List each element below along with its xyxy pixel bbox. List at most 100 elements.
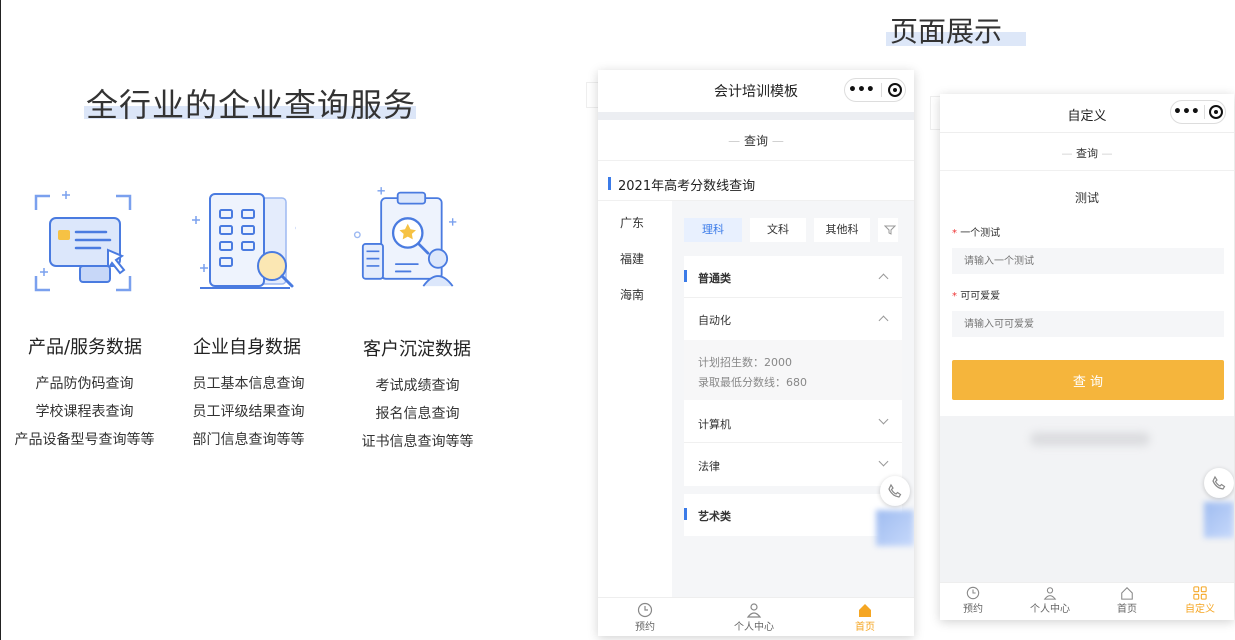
phone2-footer-bg xyxy=(940,416,1234,582)
user-icon xyxy=(1043,587,1057,600)
major-item-law[interactable]: 法律 xyxy=(698,458,720,474)
chevron-down-icon[interactable] xyxy=(878,456,889,467)
phone2-navbar: 自定义 ••• xyxy=(940,94,1234,132)
region-item-hainan[interactable]: 海南 xyxy=(620,286,644,303)
blurred-avatar xyxy=(876,510,914,546)
tab-label: 首页 xyxy=(855,622,875,633)
category-card-regular: 普通类 自动化 计划招生数：2000 录取最低分数线：680 计算机 法律 xyxy=(684,256,902,486)
phone1-navbar: 会计培训模板 ••• xyxy=(598,70,914,112)
tab-label: 个人中心 xyxy=(734,622,774,633)
category-card-art: 艺术类 xyxy=(684,494,902,536)
phone-mockup-2: 自定义 ••• — 查询 — 测试 * 一个测试 * 可可爱爱 查 询 预约 个… xyxy=(940,94,1234,620)
phone2-capsule[interactable]: ••• xyxy=(1170,100,1226,124)
clock-icon xyxy=(637,602,653,618)
phone1-capsule[interactable]: ••• xyxy=(844,78,906,102)
detail-min-score: 录取最低分数线：680 xyxy=(698,376,807,389)
major-item-computer[interactable]: 计算机 xyxy=(698,416,731,432)
phone-icon xyxy=(1212,475,1226,490)
home-icon xyxy=(859,604,871,617)
phone1-gap xyxy=(598,112,914,120)
tab-home[interactable]: 首页 xyxy=(1112,586,1142,615)
user-icon xyxy=(746,603,762,618)
call-button[interactable] xyxy=(880,476,910,506)
divider xyxy=(684,442,902,443)
category-list-customer: 考试成绩查询 报名信息查询 证书信息查询等等 xyxy=(330,372,505,456)
category-item: 考试成绩查询 xyxy=(375,378,460,394)
left-border xyxy=(0,0,1,640)
category-list-product: 产品防伪码查询 学校课程表查询 产品设备型号查询等等 xyxy=(0,370,172,454)
accent-bar xyxy=(608,177,611,190)
chevron-up-icon[interactable] xyxy=(878,315,889,326)
category-item: 员工评级结果查询 xyxy=(192,404,305,420)
grid-icon xyxy=(1193,586,1207,600)
tab-label: 个人中心 xyxy=(1030,604,1070,615)
detail-enrollment: 计划招生数：2000 xyxy=(698,356,792,369)
tab-home[interactable]: 首页 xyxy=(850,602,880,633)
category-item: 产品设备型号查询等等 xyxy=(14,432,155,448)
tab-label: 自定义 xyxy=(1185,604,1215,615)
tab-profile[interactable]: 个人中心 xyxy=(728,602,780,633)
phone-icon xyxy=(888,483,902,498)
accent-bar xyxy=(684,270,687,282)
phone2-section-header: — 查询 — xyxy=(1061,147,1113,160)
building-search-icon xyxy=(192,193,296,289)
capsule-divider xyxy=(1203,105,1205,119)
phone1-query-title: 2021年高考分数线查询 xyxy=(618,179,756,194)
more-icon[interactable]: ••• xyxy=(848,82,875,98)
subject-tab-other[interactable]: 其他科 xyxy=(814,218,870,242)
phone1-tabbar: 预约 个人中心 首页 xyxy=(598,597,914,636)
phone2-tabbar: 预约 个人中心 首页 自定义 xyxy=(940,582,1234,620)
category-item: 产品防伪码查询 xyxy=(35,376,134,392)
category-item: 报名信息查询 xyxy=(375,406,460,422)
divider xyxy=(598,160,914,161)
subject-tab-science[interactable]: 理科 xyxy=(684,218,742,242)
capsule-divider xyxy=(880,83,882,97)
field2-input[interactable] xyxy=(952,311,1224,337)
filter-icon xyxy=(884,225,896,235)
close-target-icon[interactable] xyxy=(1208,105,1223,119)
subject-tab-arts[interactable]: 文科 xyxy=(750,218,806,242)
hero-title: 全行业的企业查询服务 xyxy=(86,86,417,124)
more-icon[interactable]: ••• xyxy=(1173,104,1200,120)
tab-label: 首页 xyxy=(1117,604,1137,615)
home-icon xyxy=(1121,587,1133,600)
divider xyxy=(940,170,1234,171)
category-item: 部门信息查询等等 xyxy=(192,432,305,448)
id-card-icon xyxy=(34,191,132,292)
group-title-art[interactable]: 艺术类 xyxy=(698,508,731,524)
tab-profile[interactable]: 个人中心 xyxy=(1024,586,1076,615)
required-mark: * xyxy=(952,228,961,239)
clipboard-search-icon xyxy=(353,187,457,287)
category-title-customer: 客户沉淀数据 xyxy=(363,339,471,360)
field2-label: * 可可爱爱 xyxy=(952,287,1000,302)
call-button[interactable] xyxy=(1204,468,1234,498)
category-item: 学校课程表查询 xyxy=(35,404,134,420)
phone1-section-label: 查询 xyxy=(743,134,768,148)
form-title: 测试 xyxy=(1074,191,1099,205)
tab-label: 预约 xyxy=(635,622,655,633)
category-item: 员工基本信息查询 xyxy=(192,376,305,392)
close-target-icon[interactable] xyxy=(887,83,902,97)
blurred-footer-text xyxy=(1030,432,1150,446)
submit-query-button[interactable]: 查 询 xyxy=(952,360,1224,400)
field2-label-text: 可可爱爱 xyxy=(960,291,1001,302)
tab-booking[interactable]: 预约 xyxy=(958,586,988,615)
required-mark: * xyxy=(952,291,961,302)
divider xyxy=(684,297,902,298)
tab-custom[interactable]: 自定义 xyxy=(1180,586,1220,615)
category-title-product: 产品/服务数据 xyxy=(27,337,143,358)
category-item: 证书信息查询等等 xyxy=(361,434,474,450)
chevron-down-icon[interactable] xyxy=(878,414,889,425)
filter-button[interactable] xyxy=(878,218,898,242)
category-title-company: 企业自身数据 xyxy=(193,337,301,358)
major-item-automation[interactable]: 自动化 xyxy=(698,312,731,328)
chevron-up-icon[interactable] xyxy=(878,273,889,284)
region-item-guangdong[interactable]: 广东 xyxy=(620,214,644,231)
tab-booking[interactable]: 预约 xyxy=(630,602,660,633)
region-item-fujian[interactable]: 福建 xyxy=(620,250,644,267)
divider xyxy=(940,132,1234,133)
field1-input[interactable] xyxy=(952,248,1224,274)
blurred-avatar xyxy=(1204,502,1234,538)
phone2-section-label: 查询 xyxy=(1076,147,1098,160)
group-title-regular[interactable]: 普通类 xyxy=(698,270,731,286)
